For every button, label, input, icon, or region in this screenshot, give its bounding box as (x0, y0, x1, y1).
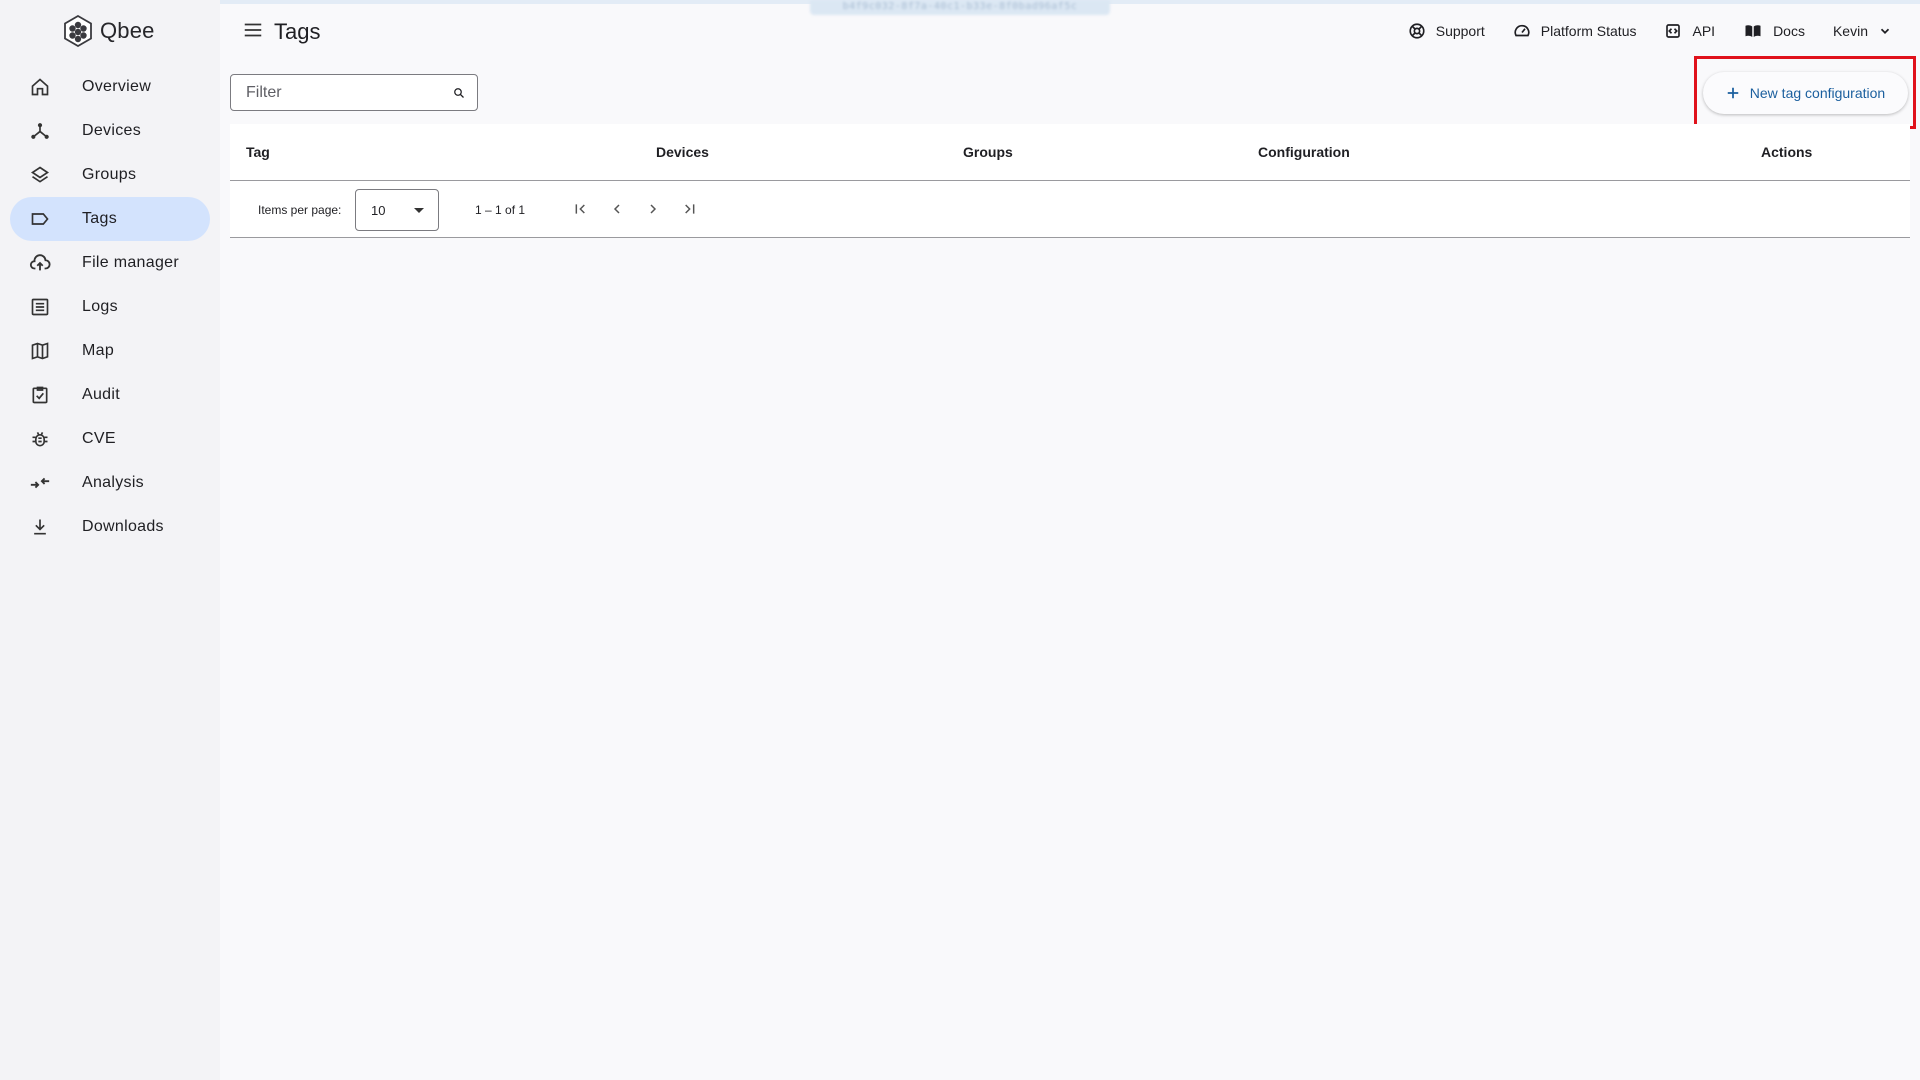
items-per-page-value: 10 (371, 202, 386, 218)
sidebar-item-label: Analysis (82, 474, 144, 491)
sidebar-item-groups[interactable]: Groups (10, 153, 210, 197)
book-icon (1745, 25, 1761, 37)
sidebar-nav: Overview Devices Groups Tags File manage… (10, 65, 210, 549)
new-tag-configuration-button[interactable]: New tag configuration (1703, 72, 1908, 114)
support-icon (1409, 23, 1425, 39)
paginator: Items per page: 10 1 – 1 of 1 (230, 181, 1910, 238)
sidebar-item-label: CVE (82, 430, 116, 447)
docs-link[interactable]: Docs (1743, 22, 1805, 40)
list-icon (28, 295, 52, 319)
sidebar-item-label: Map (82, 342, 115, 359)
bug-icon (28, 427, 52, 451)
sidebar-item-cve[interactable]: CVE (10, 417, 210, 461)
sidebar-item-label: File manager (82, 254, 179, 271)
sidebar-item-audit[interactable]: Audit (10, 373, 210, 417)
top-links: Support Platform Status API Docs Kevin (1408, 16, 1892, 46)
cloud-upload-icon (28, 251, 52, 275)
last-page-icon[interactable] (679, 199, 699, 219)
column-header-configuration[interactable]: Configuration (1258, 144, 1350, 160)
filter-input[interactable] (246, 83, 453, 102)
environment-banner: b4f9c032-8f7a-40c1-b33e-8f0bad96af5c (810, 0, 1110, 15)
sidebar-item-label: Devices (82, 122, 142, 139)
platform-status-label: Platform Status (1540, 23, 1637, 39)
page-header: Tags (242, 16, 320, 48)
sidebar-item-label: Logs (82, 298, 118, 315)
sidebar-item-downloads[interactable]: Downloads (10, 505, 210, 549)
search-icon[interactable] (453, 83, 465, 103)
new-tag-label: New tag configuration (1749, 85, 1886, 101)
chevron-down-icon (1880, 28, 1890, 34)
sidebar-item-analysis[interactable]: Analysis (10, 461, 210, 505)
api-link[interactable]: API (1664, 22, 1715, 40)
sidebar-item-devices[interactable]: Devices (10, 109, 210, 153)
filter-field[interactable] (230, 74, 478, 111)
sidebar-item-overview[interactable]: Overview (10, 65, 210, 109)
map-icon (28, 339, 52, 363)
download-icon (28, 515, 52, 539)
sidebar: Qbee Overview Devices Groups Tags File m… (0, 0, 220, 1080)
sidebar-item-file-manager[interactable]: File manager (10, 241, 210, 285)
previous-page-icon[interactable] (607, 199, 627, 219)
sidebar-item-label: Downloads (82, 518, 164, 535)
api-icon (1666, 24, 1681, 38)
plus-icon (1727, 87, 1739, 99)
sidebar-item-label: Audit (82, 386, 120, 403)
sidebar-item-label: Groups (82, 166, 137, 183)
first-page-icon[interactable] (571, 199, 591, 219)
column-header-devices[interactable]: Devices (656, 144, 709, 160)
compare-arrows-icon (28, 471, 52, 495)
api-label: API (1692, 23, 1716, 39)
devices-tree-icon (28, 119, 52, 143)
tags-table: Tag Devices Groups Configuration Actions… (230, 124, 1910, 238)
page-range: 1 – 1 of 1 (475, 203, 526, 217)
tag-icon (28, 207, 52, 231)
sidebar-item-tags[interactable]: Tags (10, 197, 210, 241)
clipboard-check-icon (28, 383, 52, 407)
sidebar-item-map[interactable]: Map (10, 329, 210, 373)
app-name: Qbee (100, 18, 155, 43)
column-header-actions: Actions (1761, 144, 1813, 160)
items-per-page-label: Items per page: (258, 203, 342, 217)
layers-icon (28, 163, 52, 187)
docs-label: Docs (1773, 23, 1805, 39)
column-header-groups[interactable]: Groups (963, 144, 1013, 160)
speedometer-icon (1514, 24, 1530, 37)
app-logo[interactable]: Qbee (62, 14, 155, 48)
qbee-logo-icon (64, 15, 92, 47)
table-header: Tag Devices Groups Configuration Actions (230, 124, 1910, 181)
support-label: Support (1435, 23, 1485, 39)
menu-icon[interactable] (242, 19, 264, 46)
support-link[interactable]: Support (1408, 22, 1485, 40)
sidebar-item-logs[interactable]: Logs (10, 285, 210, 329)
sidebar-item-label: Tags (82, 210, 117, 227)
sidebar-item-label: Overview (82, 78, 152, 95)
platform-status-link[interactable]: Platform Status (1513, 22, 1637, 40)
caret-down-icon (414, 208, 424, 213)
page-title: Tags (274, 19, 321, 44)
user-name: Kevin (1832, 23, 1868, 39)
column-header-tag[interactable]: Tag (246, 144, 270, 160)
items-per-page-select[interactable]: 10 (355, 189, 439, 231)
next-page-icon[interactable] (643, 199, 663, 219)
user-menu[interactable]: Kevin (1833, 23, 1892, 39)
home-icon (28, 75, 52, 99)
